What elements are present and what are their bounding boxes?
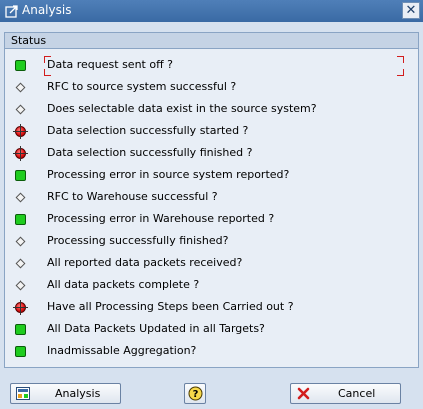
status-list: Data request sent off ? RFC to source sys… bbox=[5, 55, 418, 363]
analysis-button-label: Analysis bbox=[55, 387, 101, 400]
green-status-icon bbox=[15, 60, 26, 71]
status-row[interactable]: Processing error in Warehouse reported ? bbox=[5, 209, 418, 231]
close-icon: ✕ bbox=[405, 3, 417, 18]
status-row-label: All data packets complete ? bbox=[47, 278, 200, 291]
red-status-icon bbox=[13, 146, 28, 161]
close-button[interactable]: ✕ bbox=[402, 2, 420, 19]
status-row[interactable]: Processing error in source system report… bbox=[5, 165, 418, 187]
green-status-icon bbox=[15, 170, 26, 181]
status-row[interactable]: All Data Packets Updated in all Targets? bbox=[5, 319, 418, 341]
status-row[interactable]: Inadmissable Aggregation? bbox=[5, 341, 418, 363]
status-column-header: Status bbox=[5, 33, 418, 49]
status-row-label: All reported data packets received? bbox=[47, 256, 243, 269]
help-icon: ? bbox=[188, 386, 202, 401]
status-row-label: Does selectable data exist in the source… bbox=[47, 102, 317, 115]
status-row-label: Inadmissable Aggregation? bbox=[47, 344, 197, 357]
status-row-label: RFC to source system successful ? bbox=[47, 80, 237, 93]
gray-diamond-status-icon bbox=[15, 82, 26, 93]
status-row[interactable]: Data selection successfully finished ? bbox=[5, 143, 418, 165]
status-row-label: All Data Packets Updated in all Targets? bbox=[47, 322, 265, 335]
gray-diamond-status-icon bbox=[15, 104, 26, 115]
analysis-dialog: Analysis ✕ Status Data request sent off … bbox=[0, 0, 423, 409]
status-panel: Status Data request sent off ? RFC to sou… bbox=[4, 32, 419, 368]
status-row-label: Processing error in Warehouse reported ? bbox=[47, 212, 275, 225]
red-status-icon bbox=[13, 300, 28, 315]
status-row-label: Processing successfully finished? bbox=[47, 234, 229, 247]
status-row[interactable]: Data selection successfully started ? bbox=[5, 121, 418, 143]
status-row-label: Data selection successfully finished ? bbox=[47, 146, 253, 159]
status-row-label: Data selection successfully started ? bbox=[47, 124, 249, 137]
status-row-label: Processing error in source system report… bbox=[47, 168, 290, 181]
green-status-icon bbox=[15, 346, 26, 357]
gray-diamond-status-icon bbox=[15, 192, 26, 203]
cancel-button[interactable]: Cancel bbox=[290, 383, 401, 404]
help-button[interactable]: ? bbox=[184, 383, 206, 404]
help-glyph: ? bbox=[192, 389, 198, 400]
analysis-button[interactable]: Analysis bbox=[10, 383, 121, 404]
cancel-button-label: Cancel bbox=[338, 387, 376, 400]
dialog-window-icon bbox=[5, 5, 18, 18]
status-row[interactable]: Processing successfully finished? bbox=[5, 231, 418, 253]
gray-diamond-status-icon bbox=[15, 236, 26, 247]
status-row[interactable]: RFC to Warehouse successful ? bbox=[5, 187, 418, 209]
dialog-title: Analysis bbox=[22, 3, 72, 17]
status-row[interactable]: Have all Processing Steps been Carried o… bbox=[5, 297, 418, 319]
green-status-icon bbox=[15, 324, 26, 335]
red-status-icon bbox=[13, 124, 28, 139]
cancel-icon bbox=[297, 387, 310, 400]
gray-diamond-status-icon bbox=[15, 258, 26, 269]
status-row[interactable]: Data request sent off ? bbox=[5, 55, 418, 77]
status-row-label: Data request sent off ? bbox=[47, 58, 173, 71]
status-row[interactable]: Does selectable data exist in the source… bbox=[5, 99, 418, 121]
status-row-label: RFC to Warehouse successful ? bbox=[47, 190, 218, 203]
gray-diamond-status-icon bbox=[15, 280, 26, 291]
status-row[interactable]: All reported data packets received? bbox=[5, 253, 418, 275]
analysis-icon bbox=[16, 387, 30, 400]
status-row-label: Have all Processing Steps been Carried o… bbox=[47, 300, 294, 313]
status-row[interactable]: All data packets complete ? bbox=[5, 275, 418, 297]
green-status-icon bbox=[15, 214, 26, 225]
status-row[interactable]: RFC to source system successful ? bbox=[5, 77, 418, 99]
title-bar: Analysis ✕ bbox=[0, 0, 423, 22]
